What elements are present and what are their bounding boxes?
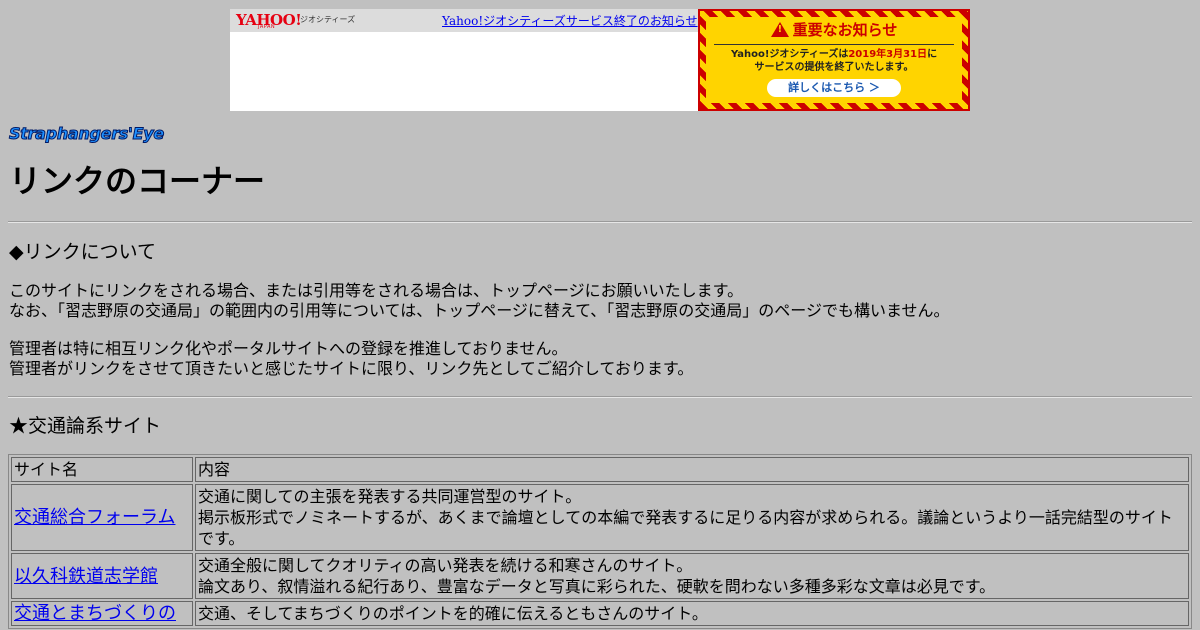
site-link[interactable]: 交通とまちづくりの [14, 603, 176, 624]
description-line: 論文あり、叙情溢れる紀行あり、豊富なデータと写真に彩られた、硬軟を問わない多種多… [198, 577, 996, 596]
geocities-banner: YAHOO! JAPAN ジオシティーズ Yahoo!ジオシティーズサービス終了… [230, 9, 970, 111]
site-description-cell: 交通全般に関してクオリティの高い発表を続ける和寒さんのサイト。 論文あり、叙情溢… [195, 553, 1189, 599]
notice-line1-pre: Yahoo!ジオシティーズは [730, 49, 849, 60]
divider-1 [8, 221, 1192, 223]
description-line: 交通に関しての主張を発表する共同運営型のサイト。 [198, 487, 582, 506]
section-heading-transport-sites: ★交通論系サイト [9, 415, 162, 437]
service-end-notice-link[interactable]: Yahoo!ジオシティーズサービス終了のお知らせ [442, 12, 698, 29]
site-link[interactable]: 以久科鉄道志学館 [14, 566, 158, 587]
site-logo[interactable]: Straphangers'Eye [9, 124, 165, 144]
notice-line1-post: に [927, 49, 938, 60]
page-title: リンクのコーナー [9, 162, 266, 200]
notice-body: Yahoo!ジオシティーズは2019年3月31日に サービスの提供を終了いたしま… [706, 48, 962, 74]
link-policy-line-2: なお、「習志野原の交通局」の範囲内の引用等については、トップページに替えて、「習… [9, 301, 950, 320]
details-button[interactable]: 詳しくはこちら ＞ [767, 79, 901, 97]
notice-end-date: 2019年3月31日 [848, 49, 928, 60]
table-row: 交通総合フォーラム 交通に関しての主張を発表する共同運営型のサイト。 掲示板形式… [11, 484, 1189, 551]
site-name-cell: 交通とまちづくりの [11, 601, 193, 626]
site-description-cell: 交通、そしてまちづくりのポイントを的確に伝えるともさんのサイト。 [195, 601, 1189, 626]
notice-title-text: 重要なお知らせ [792, 21, 898, 39]
notice-divider [714, 44, 954, 45]
description-line: 交通、そしてまちづくりのポイントを的確に伝えるともさんのサイト。 [198, 604, 708, 623]
link-policy-line-1: このサイトにリンクをされる場合、または引用等をされる場合は、トップページにお願い… [9, 281, 744, 300]
site-name-cell: 交通総合フォーラム [11, 484, 193, 551]
yahoo-logo-sub: JAPAN [258, 24, 276, 30]
column-header-content: 内容 [195, 457, 1189, 482]
description-line: 掲示板形式でノミネートするが、あくまで論壇としての本編で発表するに足りる内容が求… [198, 508, 1173, 527]
yahoo-geocities-ad-box: YAHOO! JAPAN ジオシティーズ Yahoo!ジオシティーズサービス終了… [230, 9, 698, 111]
section-heading-about-links: ◆リンクについて [9, 241, 157, 263]
important-notice-box[interactable]: 重要なお知らせ Yahoo!ジオシティーズは2019年3月31日に サービスの提… [698, 9, 970, 111]
description-line: です。 [198, 529, 245, 548]
table-row: 以久科鉄道志学館 交通全般に関してクオリティの高い発表を続ける和寒さんのサイト。… [11, 553, 1189, 599]
warning-icon [770, 22, 789, 37]
table-row: 交通とまちづくりの 交通、そしてまちづくりのポイントを的確に伝えるともさんのサイ… [11, 601, 1189, 626]
notice-title: 重要なお知らせ [706, 19, 962, 40]
link-selection-line-2: 管理者がリンクをさせて頂きたいと感じたサイトに限り、リンク先としてご紹介しており… [9, 359, 694, 378]
divider-2 [8, 396, 1192, 398]
description-line: 交通全般に関してクオリティの高い発表を続ける和寒さんのサイト。 [198, 556, 693, 575]
site-link[interactable]: 交通総合フォーラム [14, 507, 175, 528]
geocities-brand: ジオシティーズ [300, 15, 356, 24]
paragraph-link-selection: 管理者は特に相互リンク化やポータルサイトへの登録を推進しておりません。 管理者が… [9, 339, 693, 379]
transport-sites-table: サイト名 内容 交通総合フォーラム 交通に関しての主張を発表する共同運営型のサイ… [8, 454, 1192, 629]
paragraph-link-policy: このサイトにリンクをされる場合、または引用等をされる場合は、トップページにお願い… [9, 281, 949, 321]
notice-inner: 重要なお知らせ Yahoo!ジオシティーズは2019年3月31日に サービスの提… [706, 17, 962, 103]
link-selection-line-1: 管理者は特に相互リンク化やポータルサイトへの登録を推進しておりません。 [9, 339, 568, 358]
notice-line2: サービスの提供を終了いたします。 [754, 62, 914, 73]
site-name-cell: 以久科鉄道志学館 [11, 553, 193, 599]
column-header-site-name: サイト名 [11, 457, 193, 482]
table-header-row: サイト名 内容 [11, 457, 1189, 482]
site-description-cell: 交通に関しての主張を発表する共同運営型のサイト。 掲示板形式でノミネートするが、… [195, 484, 1189, 551]
